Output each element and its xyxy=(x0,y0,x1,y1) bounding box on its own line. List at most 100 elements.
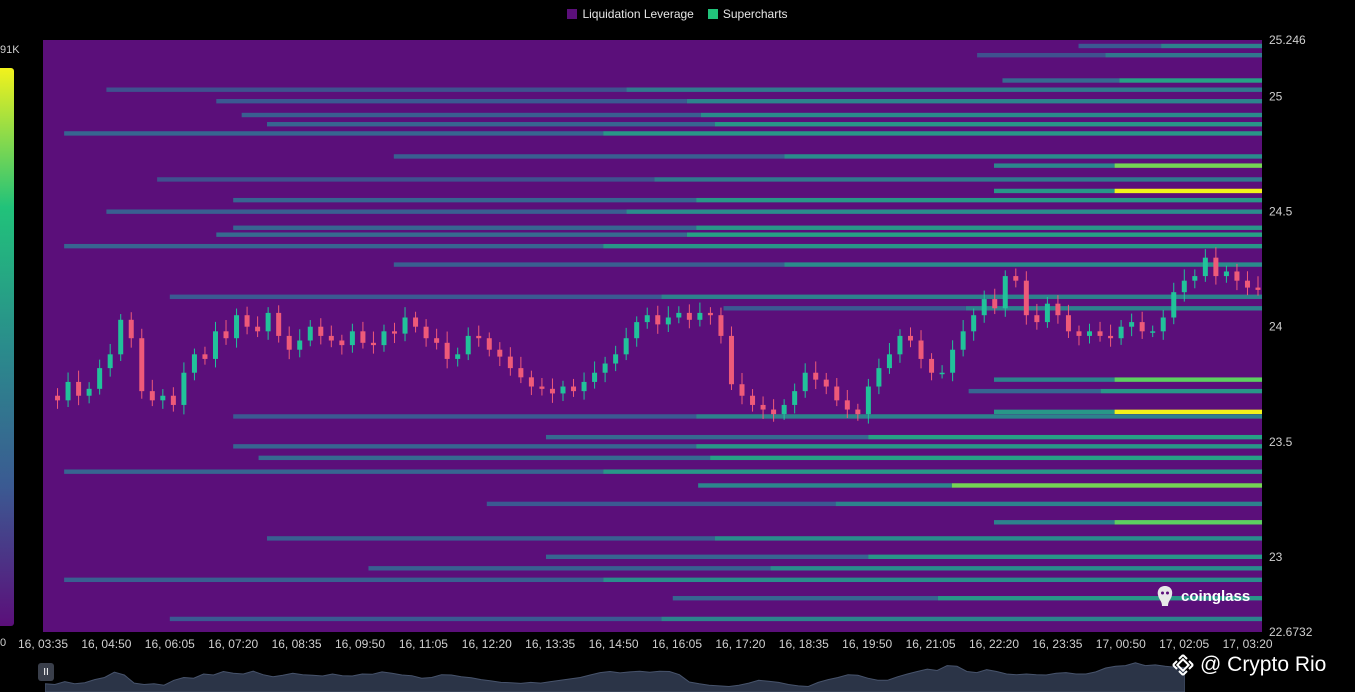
pause-button[interactable]: II xyxy=(38,663,54,681)
price-candle[interactable] xyxy=(655,315,661,325)
price-candle[interactable] xyxy=(802,372,808,392)
price-candle[interactable] xyxy=(255,326,261,332)
price-candle[interactable] xyxy=(834,386,840,401)
price-candle[interactable] xyxy=(981,299,987,316)
price-candle[interactable] xyxy=(992,299,998,309)
price-candle[interactable] xyxy=(1076,331,1082,336)
price-candle[interactable] xyxy=(381,331,387,346)
price-candle[interactable] xyxy=(360,331,366,343)
price-candle[interactable] xyxy=(1055,303,1061,316)
price-candle[interactable] xyxy=(444,342,450,359)
price-candle[interactable] xyxy=(181,372,187,405)
price-candle[interactable] xyxy=(697,312,703,320)
price-candle[interactable] xyxy=(1065,315,1071,332)
price-candle[interactable] xyxy=(844,400,850,410)
price-candle[interactable] xyxy=(581,381,587,392)
price-candle[interactable] xyxy=(1202,257,1208,277)
price-candle[interactable] xyxy=(665,317,671,325)
price-candle[interactable] xyxy=(139,338,145,392)
price-candle[interactable] xyxy=(518,368,524,378)
price-candle[interactable] xyxy=(813,372,819,380)
price-candle[interactable] xyxy=(1171,292,1177,318)
liquidation-heatmap-chart[interactable]: 25.2462524.52423.52322.6732 16, 03:35 16,… xyxy=(0,0,1355,692)
price-candle[interactable] xyxy=(160,395,166,401)
price-candle[interactable] xyxy=(265,312,271,332)
price-candle[interactable] xyxy=(65,381,71,401)
price-candle[interactable] xyxy=(328,335,334,341)
price-candle[interactable] xyxy=(781,404,787,415)
price-candle[interactable] xyxy=(613,354,619,364)
price-candle[interactable] xyxy=(571,386,577,392)
price-candle[interactable] xyxy=(1013,276,1019,281)
price-candle[interactable] xyxy=(707,312,713,316)
price-candle[interactable] xyxy=(223,331,229,339)
price-candle[interactable] xyxy=(1108,335,1114,339)
price-candle[interactable] xyxy=(476,335,482,339)
price-candle[interactable] xyxy=(1192,276,1198,281)
price-candle[interactable] xyxy=(971,315,977,332)
price-candle[interactable] xyxy=(676,312,682,318)
price-candle[interactable] xyxy=(107,354,113,369)
price-candle[interactable] xyxy=(402,317,408,334)
price-candle[interactable] xyxy=(1087,331,1093,336)
price-candle[interactable] xyxy=(497,349,503,357)
price-candle[interactable] xyxy=(1002,276,1008,309)
price-candle[interactable] xyxy=(855,409,861,415)
price-candle[interactable] xyxy=(1023,280,1029,316)
price-candle[interactable] xyxy=(1150,331,1156,333)
price-candle[interactable] xyxy=(792,391,798,405)
price-candle[interactable] xyxy=(886,354,892,369)
price-candle[interactable] xyxy=(907,335,913,341)
price-candle[interactable] xyxy=(191,354,197,373)
price-candle[interactable] xyxy=(623,338,629,355)
price-candle[interactable] xyxy=(1139,322,1145,332)
price-candle[interactable] xyxy=(149,391,155,401)
price-candle[interactable] xyxy=(771,409,777,415)
price-candle[interactable] xyxy=(339,340,345,346)
price-candle[interactable] xyxy=(297,340,303,350)
price-candle[interactable] xyxy=(392,331,398,334)
price-candle[interactable] xyxy=(634,322,640,339)
price-candle[interactable] xyxy=(55,395,61,401)
price-candle[interactable] xyxy=(1097,331,1103,336)
price-candle[interactable] xyxy=(823,379,829,387)
price-candle[interactable] xyxy=(602,363,608,373)
time-navigator[interactable] xyxy=(45,655,1185,692)
price-candle[interactable] xyxy=(929,358,935,373)
price-candle[interactable] xyxy=(1213,257,1219,277)
price-candle[interactable] xyxy=(539,386,545,389)
price-candle[interactable] xyxy=(1244,280,1250,288)
price-candle[interactable] xyxy=(86,388,92,396)
price-candle[interactable] xyxy=(465,335,471,355)
price-candle[interactable] xyxy=(718,315,724,336)
price-candle[interactable] xyxy=(1234,271,1240,281)
price-candle[interactable] xyxy=(413,317,419,327)
price-candle[interactable] xyxy=(212,331,218,359)
price-candle[interactable] xyxy=(423,326,429,339)
price-candle[interactable] xyxy=(170,395,176,405)
price-candle[interactable] xyxy=(286,335,292,350)
price-candle[interactable] xyxy=(960,331,966,350)
price-candle[interactable] xyxy=(592,372,598,382)
price-candle[interactable] xyxy=(1034,315,1040,323)
price-candle[interactable] xyxy=(549,388,555,394)
price-candle[interactable] xyxy=(897,335,903,355)
price-candle[interactable] xyxy=(234,315,240,339)
price-candle[interactable] xyxy=(97,368,103,389)
price-candle[interactable] xyxy=(876,368,882,387)
price-candle[interactable] xyxy=(644,315,650,323)
price-candle[interactable] xyxy=(507,356,513,369)
price-candle[interactable] xyxy=(349,331,355,346)
price-candle[interactable] xyxy=(950,349,956,373)
price-candle[interactable] xyxy=(1223,271,1229,277)
price-candle[interactable] xyxy=(865,386,871,415)
price-candle[interactable] xyxy=(318,326,324,336)
price-candle[interactable] xyxy=(202,354,208,359)
price-candle[interactable] xyxy=(560,386,566,394)
price-candle[interactable] xyxy=(455,354,461,359)
price-candle[interactable] xyxy=(686,312,692,320)
price-candle[interactable] xyxy=(1129,322,1135,327)
price-candle[interactable] xyxy=(1160,317,1166,332)
price-candle[interactable] xyxy=(128,319,134,339)
price-candle[interactable] xyxy=(528,377,534,387)
